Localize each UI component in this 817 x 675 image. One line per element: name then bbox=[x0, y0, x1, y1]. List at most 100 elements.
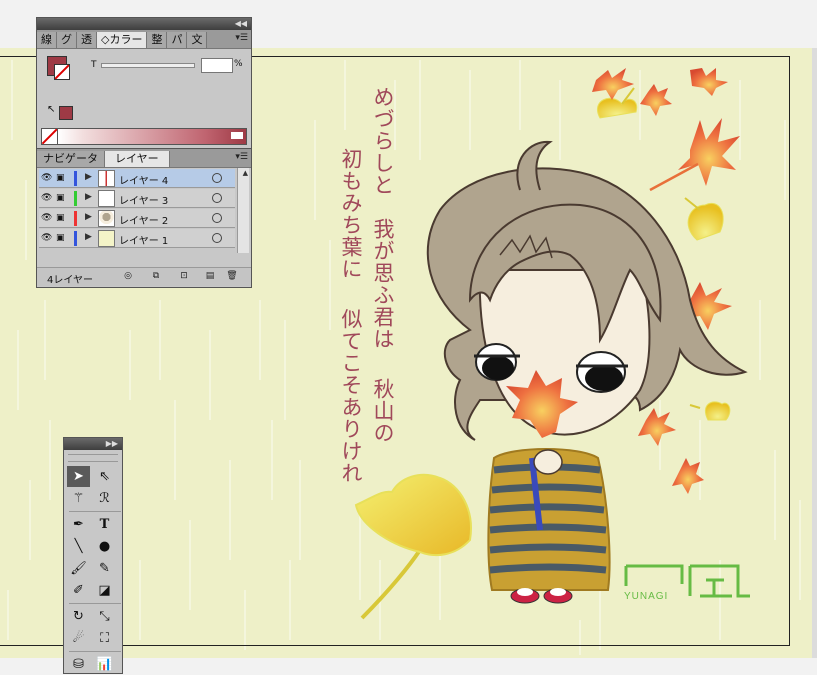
layers-scrollbar[interactable] bbox=[237, 168, 249, 253]
expand-triangle-icon[interactable]: ▶ bbox=[85, 172, 92, 182]
visibility-eye-icon[interactable]: 👁 bbox=[41, 213, 52, 223]
make-clipping-mask-icon[interactable]: ⧉ bbox=[149, 270, 163, 283]
visibility-eye-icon[interactable]: 👁 bbox=[41, 233, 52, 243]
eraser-tool-icon[interactable]: ◪ bbox=[93, 580, 116, 601]
layer-thumbnail bbox=[98, 170, 115, 187]
poem-column-4: 初もみち葉に bbox=[339, 148, 363, 280]
tools-titlebar[interactable]: ▶▶ bbox=[64, 438, 122, 450]
ginkgo-leaf-1 bbox=[597, 87, 638, 119]
layer-row-3[interactable]: 👁 ▣ ▶ レイヤー 3 bbox=[39, 189, 235, 208]
delete-layer-icon[interactable]: 🗑 bbox=[225, 270, 239, 283]
tools-grip[interactable] bbox=[68, 454, 118, 462]
rotate-tool-icon[interactable]: ↻ bbox=[67, 606, 90, 627]
lock-icon[interactable]: ▣ bbox=[56, 173, 65, 183]
tab-gradient[interactable]: グ bbox=[57, 32, 77, 48]
target-icon[interactable] bbox=[212, 173, 222, 183]
warp-tool-icon[interactable]: ☄ bbox=[67, 628, 90, 649]
panel-menu-icon[interactable]: ▾☰ bbox=[235, 33, 248, 43]
lock-icon[interactable]: ▣ bbox=[56, 213, 65, 223]
expand-triangle-icon[interactable]: ▶ bbox=[85, 212, 92, 222]
tint-slider[interactable] bbox=[101, 63, 195, 68]
artboard-shadow bbox=[812, 48, 817, 658]
new-layer-icon[interactable]: ▤ bbox=[203, 270, 217, 283]
last-color-arrow-icon[interactable]: ↖ bbox=[47, 104, 55, 115]
poem-column-3: 秋山の bbox=[371, 378, 395, 444]
tab-align[interactable]: 整 bbox=[147, 32, 168, 48]
layer-color-bar bbox=[74, 231, 77, 246]
paintbrush-tool-icon[interactable]: 🖌 bbox=[67, 558, 90, 579]
white-swatch[interactable] bbox=[231, 132, 243, 139]
lock-icon[interactable]: ▣ bbox=[56, 233, 65, 243]
maple-leaf-1 bbox=[649, 118, 740, 192]
stroke-swatch[interactable] bbox=[54, 64, 70, 80]
layer-name[interactable]: レイヤー 2 bbox=[119, 212, 168, 227]
selection-tool-icon[interactable]: ➤ bbox=[67, 466, 90, 487]
tab-color-label: カラー bbox=[109, 33, 143, 46]
tab-navigator[interactable]: ナビゲータ bbox=[37, 151, 105, 167]
blob-brush-tool-icon[interactable]: ✐ bbox=[67, 580, 90, 601]
layer-row-1[interactable]: 👁 ▣ ▶ レイヤー 1 bbox=[39, 229, 235, 248]
layer-name[interactable]: レイヤー 3 bbox=[119, 192, 168, 207]
last-color-swatch[interactable] bbox=[59, 106, 73, 120]
layer-row-4[interactable]: 👁 ▣ ▶ レイヤー 4 bbox=[39, 169, 235, 188]
type-tool-icon[interactable]: T bbox=[93, 514, 116, 535]
tab-stroke[interactable]: 線 bbox=[37, 32, 57, 48]
visibility-eye-icon[interactable]: 👁 bbox=[41, 173, 52, 183]
symbol-sprayer-tool-icon[interactable]: ⛁ bbox=[67, 654, 90, 675]
layers-footer: 4レイヤー ◎ ⧉ ⊡ ▤ 🗑 bbox=[37, 267, 251, 286]
expand-tools-icon[interactable]: ▶▶ bbox=[106, 438, 118, 450]
new-sublayer-icon[interactable]: ⊡ bbox=[177, 270, 191, 283]
poem-column-5: 似てこそありけれ bbox=[339, 308, 363, 484]
tab-transparency[interactable]: 透 bbox=[77, 32, 97, 48]
magic-wand-tool-icon[interactable]: ⚚ bbox=[67, 488, 90, 509]
pen-tool-icon[interactable]: ✒ bbox=[67, 514, 90, 535]
tint-value-input[interactable] bbox=[201, 58, 233, 73]
layer-color-bar bbox=[74, 191, 77, 206]
collapse-icon[interactable]: ◀◀ bbox=[235, 18, 247, 30]
percent-label: % bbox=[234, 59, 243, 69]
scroll-up-icon[interactable]: ▲ bbox=[243, 169, 248, 177]
tab-pathfinder[interactable]: パ bbox=[167, 32, 188, 48]
free-transform-tool-icon[interactable]: ⛶ bbox=[93, 628, 116, 649]
target-icon[interactable] bbox=[212, 213, 222, 223]
target-icon[interactable] bbox=[212, 233, 222, 243]
scale-tool-icon[interactable]: ⤡ bbox=[93, 606, 116, 627]
ginkgo-leaf-large bbox=[354, 473, 472, 620]
tool-separator bbox=[69, 651, 121, 652]
layer-color-bar bbox=[74, 211, 77, 226]
maple-leaf-3 bbox=[640, 84, 672, 116]
layer-row-2[interactable]: 👁 ▣ ▶ レイヤー 2 bbox=[39, 209, 235, 228]
lock-icon[interactable]: ▣ bbox=[56, 193, 65, 203]
color-ramp[interactable] bbox=[41, 128, 247, 145]
visibility-eye-icon[interactable]: 👁 bbox=[41, 193, 52, 203]
color-panel-titlebar[interactable]: ◀◀ bbox=[37, 18, 251, 30]
column-graph-tool-icon[interactable]: 📊 bbox=[93, 654, 116, 675]
locate-object-icon[interactable]: ◎ bbox=[121, 270, 135, 283]
tab-character[interactable]: 文 bbox=[187, 32, 208, 48]
tools-panel[interactable]: ▶▶ ➤ ⇖ ⚚ ℛ ✒ T ╲ ● 🖌 ✎ ✐ ◪ ↻ ⤡ ☄ ⛶ ⛁ 📊 bbox=[63, 437, 123, 674]
expand-triangle-icon[interactable]: ▶ bbox=[85, 232, 92, 242]
line-tool-icon[interactable]: ╲ bbox=[67, 536, 90, 557]
ellipse-tool-icon[interactable]: ● bbox=[93, 536, 116, 557]
ginkgo-leaf-2 bbox=[684, 197, 724, 241]
pencil-tool-icon[interactable]: ✎ bbox=[93, 558, 116, 579]
layer-color-bar bbox=[74, 171, 77, 186]
layer-name[interactable]: レイヤー 4 bbox=[119, 172, 168, 187]
tab-color[interactable]: ◇カラー bbox=[97, 32, 148, 48]
poem-column-2: 我が思ふ君は bbox=[371, 218, 395, 350]
layer-thumbnail bbox=[98, 190, 115, 207]
layer-name[interactable]: レイヤー 1 bbox=[119, 232, 168, 247]
expand-triangle-icon[interactable]: ▶ bbox=[85, 192, 92, 202]
target-icon[interactable] bbox=[212, 193, 222, 203]
tab-layers[interactable]: レイヤー bbox=[105, 151, 170, 167]
maple-leaf-6 bbox=[638, 408, 676, 446]
lasso-tool-icon[interactable]: ℛ bbox=[93, 488, 116, 509]
poem-column-1: めづらしと bbox=[371, 86, 395, 196]
direct-selection-tool-icon[interactable]: ⇖ bbox=[93, 466, 116, 487]
layers-panel[interactable]: ナビゲータ レイヤー ▾☰ 👁 ▣ ▶ レイヤー 4 👁 ▣ ▶ レイヤー 3 … bbox=[36, 148, 252, 288]
none-swatch[interactable] bbox=[42, 129, 58, 144]
layers-menu-icon[interactable]: ▾☰ bbox=[235, 152, 248, 162]
color-panel[interactable]: ◀◀ 線 グ 透 ◇カラー 整 パ 文 ▾☰ T % ↖ bbox=[36, 17, 252, 149]
layer-count: 4レイヤー bbox=[47, 275, 94, 286]
tool-separator bbox=[69, 603, 121, 604]
